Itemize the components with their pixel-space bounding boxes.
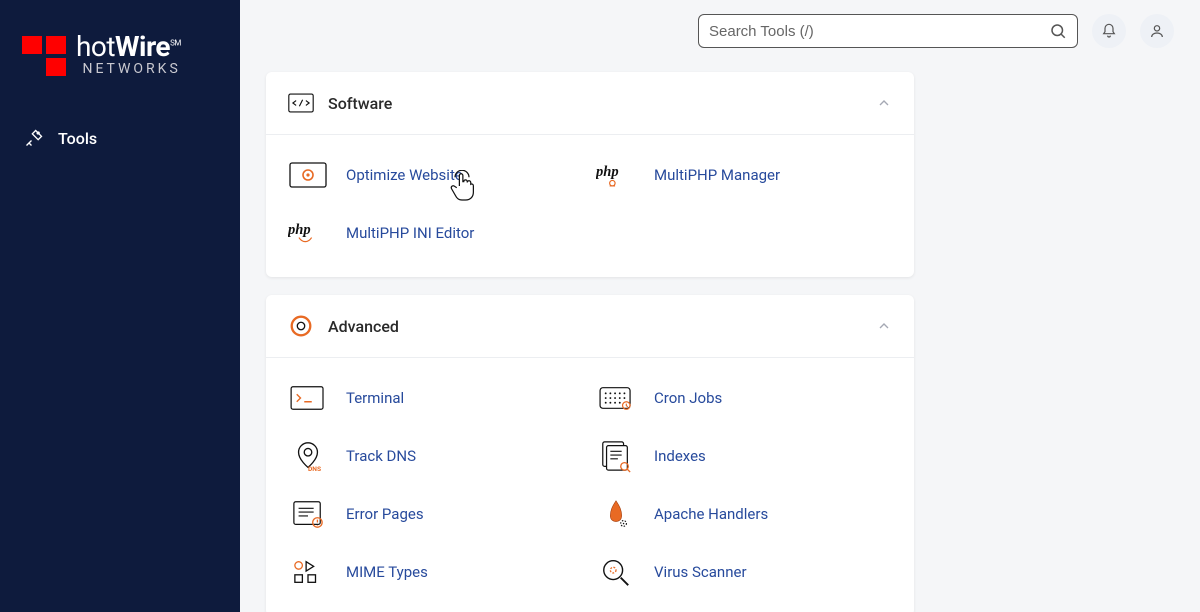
panel-header-software[interactable]: Software (266, 72, 914, 135)
tool-label: MultiPHP Manager (654, 166, 780, 184)
tool-label: MultiPHP INI Editor (346, 224, 474, 242)
tool-virus-scanner[interactable]: Virus Scanner (596, 554, 892, 590)
logo-word-bold: Wire (115, 30, 170, 63)
logo-word-light: hot (76, 30, 115, 63)
chevron-up-icon (876, 318, 892, 334)
tool-label: Optimize Website (346, 166, 463, 184)
tool-track-dns[interactable]: DNS Track DNS (288, 438, 584, 474)
tool-mime-types[interactable]: MIME Types (288, 554, 584, 590)
tool-error-pages[interactable]: Error Pages (288, 496, 584, 532)
php-ini-icon: php (288, 215, 328, 251)
topbar (240, 0, 1200, 62)
tool-label: Error Pages (346, 505, 424, 523)
panel-title: Advanced (328, 317, 862, 336)
user-menu-button[interactable] (1140, 14, 1174, 48)
tool-multiphp-manager[interactable]: php MultiPHP Manager (596, 157, 892, 193)
panel-title: Software (328, 94, 862, 113)
indexes-icon (596, 438, 636, 474)
svg-text:DNS: DNS (308, 465, 321, 473)
tool-label: Terminal (346, 389, 404, 407)
search-input[interactable] (709, 23, 1049, 40)
main-area: Software Optimize Website php MultiPHP M… (240, 0, 1200, 612)
chevron-up-icon (876, 95, 892, 111)
tool-terminal[interactable]: Terminal (288, 380, 584, 416)
logo-mark (20, 34, 68, 78)
php-manager-icon: php (596, 157, 636, 193)
tool-optimize-website[interactable]: Optimize Website (288, 157, 584, 193)
tool-label: Indexes (654, 447, 706, 465)
apache-icon (596, 496, 636, 532)
nav-item-tools[interactable]: Tools (0, 118, 240, 158)
tool-label: Virus Scanner (654, 563, 747, 581)
tool-label: Track DNS (346, 447, 416, 465)
tools-icon (24, 128, 44, 148)
terminal-icon (288, 380, 328, 416)
panel-header-advanced[interactable]: Advanced (266, 295, 914, 358)
mime-icon (288, 554, 328, 590)
logo-sub: NETWORKS (76, 61, 181, 77)
notifications-button[interactable] (1092, 14, 1126, 48)
svg-text:php: php (288, 222, 311, 238)
svg-text:php: php (596, 164, 619, 180)
cron-icon (596, 380, 636, 416)
nav-item-label: Tools (58, 129, 97, 148)
error-pages-icon (288, 496, 328, 532)
tool-multiphp-ini-editor[interactable]: php MultiPHP INI Editor (288, 215, 584, 251)
gear-icon (288, 313, 314, 339)
tool-label: Apache Handlers (654, 505, 768, 523)
logo: hotWireSM NETWORKS (0, 30, 240, 118)
tool-label: MIME Types (346, 563, 428, 581)
search-icon (1049, 22, 1067, 40)
virus-scanner-icon (596, 554, 636, 590)
panel-advanced: Advanced Terminal (266, 295, 914, 612)
optimize-icon (288, 157, 328, 193)
panel-software: Software Optimize Website php MultiPHP M… (266, 72, 914, 277)
sidebar: hotWireSM NETWORKS Tools (0, 0, 240, 612)
tool-label: Cron Jobs (654, 389, 722, 407)
user-icon (1149, 23, 1165, 39)
code-icon (288, 90, 314, 116)
track-dns-icon: DNS (288, 438, 328, 474)
bell-icon (1101, 23, 1117, 39)
tool-indexes[interactable]: Indexes (596, 438, 892, 474)
search-box[interactable] (698, 14, 1078, 48)
logo-sm: SM (170, 39, 181, 48)
tool-cron-jobs[interactable]: Cron Jobs (596, 380, 892, 416)
tool-apache-handlers[interactable]: Apache Handlers (596, 496, 892, 532)
